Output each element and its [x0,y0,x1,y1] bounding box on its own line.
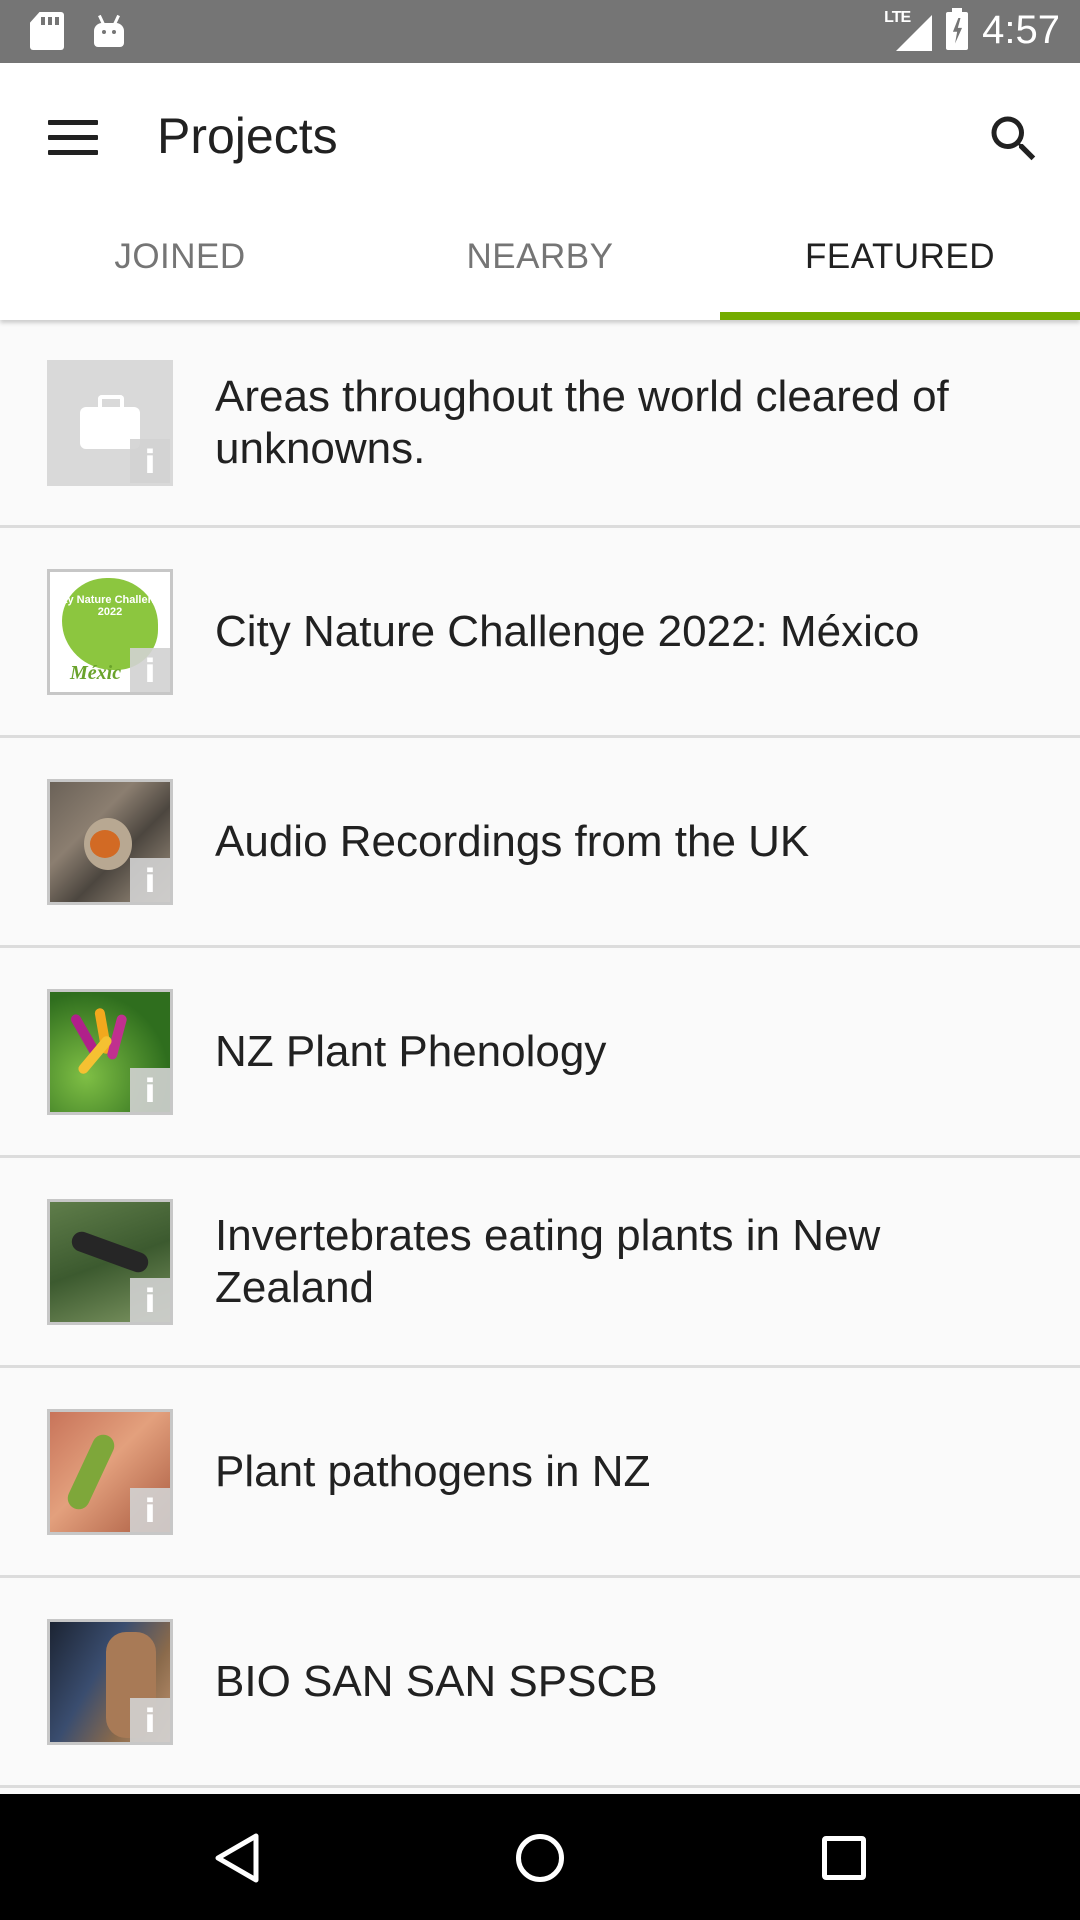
list-item[interactable]: City Nature Challenge 2022 Méxic i City … [0,528,1080,738]
tab-nearby[interactable]: NEARBY [360,203,720,320]
project-name: Areas throughout the world cleared of un… [215,371,949,473]
signal-icon: LTE [884,9,933,53]
back-icon[interactable] [212,1832,260,1884]
app-bar: Projects JOINED NEARBY FEATURED [0,63,1080,320]
search-icon[interactable] [984,109,1044,169]
tab-joined[interactable]: JOINED [0,203,360,320]
project-name: Invertebrates eating plants in New Zeala… [215,1210,881,1312]
list-item[interactable]: i Audio Recordings from the UK [0,738,1080,948]
info-icon[interactable]: i [130,1697,170,1742]
list-item[interactable]: i Areas throughout the world cleared of … [0,320,1080,528]
page-title: Projects [157,108,338,164]
project-thumbnail: i [47,988,173,1115]
home-icon[interactable] [516,1834,564,1882]
list-item[interactable]: i NZ Plant Phenology [0,948,1080,1158]
info-icon[interactable]: i [130,1067,170,1112]
android-icon [92,13,126,49]
tab-featured[interactable]: FEATURED [720,203,1080,320]
project-thumbnail: i [47,1618,173,1745]
project-name: BIO SAN SAN SPSCB [215,1656,658,1706]
project-thumbnail: i [47,1198,173,1325]
status-bar: LTE 4:57 [0,0,1080,63]
list-item[interactable]: i BIO SAN SAN SPSCB [0,1578,1080,1788]
logo-text: City Nature Challenge 2022 [52,593,168,618]
project-name: NZ Plant Phenology [215,1026,607,1076]
sd-card-icon [30,12,64,50]
info-icon[interactable]: i [130,647,170,692]
clock: 4:57 [982,8,1060,52]
tab-bar: JOINED NEARBY FEATURED [0,203,1080,320]
menu-icon[interactable] [48,115,98,165]
list-item[interactable]: i Plant pathogens in NZ [0,1368,1080,1578]
project-list: i Areas throughout the world cleared of … [0,320,1080,1788]
info-icon[interactable]: i [130,1487,170,1532]
navigation-bar [0,1794,1080,1920]
project-thumbnail: i [47,359,173,486]
list-item[interactable]: i Invertebrates eating plants in New Zea… [0,1158,1080,1368]
project-name: City Nature Challenge 2022: México [215,606,920,656]
project-thumbnail: City Nature Challenge 2022 Méxic i [47,568,173,695]
project-thumbnail: i [47,1408,173,1535]
logo-subtext: Méxic [70,661,122,684]
info-icon[interactable]: i [130,857,170,902]
battery-charging-icon [946,7,969,50]
project-name: Plant pathogens in NZ [215,1446,651,1496]
project-name: Audio Recordings from the UK [215,816,810,866]
info-icon[interactable]: i [130,1277,170,1322]
project-thumbnail: i [47,778,173,905]
recents-icon[interactable] [822,1836,866,1880]
info-icon[interactable]: i [130,438,170,483]
